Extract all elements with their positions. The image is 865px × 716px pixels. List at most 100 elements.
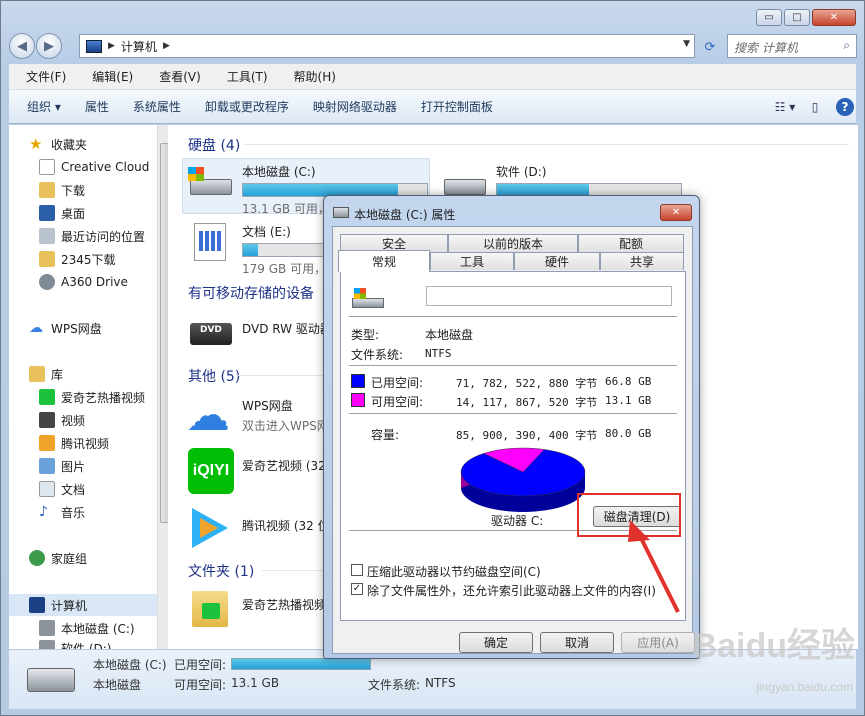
free-label: 可用空间: — [371, 395, 424, 409]
forward-button[interactable]: ▶ — [36, 33, 62, 59]
drive-label-input[interactable] — [426, 286, 672, 306]
used-gb: 66.8 GB — [605, 375, 652, 388]
caption-buttons: ▭ □ ✕ — [754, 9, 856, 26]
nav-library[interactable]: 库 — [29, 364, 63, 384]
desktop-icon — [39, 205, 55, 221]
group-other[interactable]: 其他 (5) — [188, 366, 240, 386]
menu-file[interactable]: 文件(F) — [26, 68, 66, 85]
nav-recent[interactable]: 最近访问的位置 — [39, 226, 145, 246]
nav-2345[interactable]: 2345下载 — [39, 249, 116, 269]
watermark-url: jingyan.baidu.com — [756, 680, 853, 694]
nav-iqiyi[interactable]: 爱奇艺热播视频 — [39, 387, 145, 407]
tencent-video-app[interactable]: 腾讯视频 (32 位 — [186, 508, 330, 548]
organize-button[interactable]: 组织 ▾ — [27, 98, 61, 115]
iqiyi-icon: iQIYI — [186, 448, 236, 494]
uninstall-button[interactable]: 卸载或更改程序 — [205, 98, 289, 115]
maximize-button[interactable]: □ — [784, 9, 810, 26]
preview-pane-icon[interactable]: ▯ — [804, 96, 826, 118]
menu-edit[interactable]: 编辑(E) — [92, 68, 133, 85]
nav-video[interactable]: 视频 — [39, 410, 85, 430]
tab-general[interactable]: 常规 — [338, 250, 430, 272]
divider — [262, 570, 322, 571]
nav-downloads[interactable]: 下载 — [39, 180, 85, 200]
divider — [244, 144, 849, 145]
tab-sharing[interactable]: 共享 — [600, 252, 684, 270]
compress-checkbox[interactable] — [351, 564, 363, 576]
documents-icon — [39, 481, 55, 497]
nav-software-d[interactable]: 软件 (D:) — [39, 640, 111, 649]
group-removable[interactable]: 有可移动存储的设备 — [188, 283, 314, 303]
iqiyi-app[interactable]: iQIYI 爱奇艺视频 (32 — [186, 448, 326, 494]
apply-button[interactable]: 应用(A) — [621, 632, 695, 653]
iqiyi-folder[interactable]: 爱奇艺热播视频 — [186, 587, 326, 627]
red-arrow-icon — [628, 520, 680, 613]
breadcrumb-computer[interactable]: 计算机 — [121, 38, 157, 55]
menu-tools[interactable]: 工具(T) — [227, 68, 268, 85]
download-folder-icon — [39, 182, 55, 198]
group-folder[interactable]: 文件夹 (1) — [188, 561, 254, 581]
properties-button[interactable]: 属性 — [85, 98, 109, 115]
minimize-button[interactable]: ▭ — [756, 9, 782, 26]
tab-previous-versions[interactable]: 以前的版本 — [448, 234, 578, 252]
wps-drive[interactable]: ☁ WPS网盘 双击进入WPS网 — [186, 394, 329, 438]
map-drive-button[interactable]: 映射网络驱动器 — [313, 98, 397, 115]
nav-favorites[interactable]: ★ 收藏夹 — [29, 134, 87, 154]
refresh-icon[interactable]: ⟳ — [699, 36, 721, 58]
disk-usage-pie — [460, 447, 586, 512]
nav-pictures[interactable]: 图片 — [39, 456, 85, 476]
tab-hardware[interactable]: 硬件 — [514, 252, 600, 270]
chevron-down-icon[interactable]: ▼ — [683, 39, 690, 49]
control-panel-button[interactable]: 打开控制面板 — [421, 98, 493, 115]
fs-label: 文件系统: — [351, 348, 404, 362]
nav-music[interactable]: ♪ 音乐 — [39, 502, 85, 522]
nav-computer[interactable]: 计算机 — [9, 594, 157, 616]
cancel-button[interactable]: 取消 — [540, 632, 614, 653]
used-color-swatch — [351, 374, 365, 388]
address-bar[interactable]: ▶ 计算机 ▶ ▼ — [79, 34, 695, 58]
system-properties-button[interactable]: 系统属性 — [133, 98, 181, 115]
drive-icon — [39, 620, 55, 636]
dvd-drive[interactable]: DVD DVD RW 驱动器 — [186, 311, 332, 349]
nav-documents[interactable]: 文档 — [39, 479, 85, 499]
help-icon[interactable]: ? — [836, 98, 854, 116]
nav-homegroup[interactable]: 家庭组 — [29, 548, 87, 568]
capacity-label: 容量: — [371, 428, 400, 442]
nav-tencent[interactable]: 腾讯视频 — [39, 433, 109, 453]
ok-button[interactable]: 确定 — [459, 632, 533, 653]
compress-label: 压缩此驱动器以节约磁盘空间(C) — [367, 565, 541, 579]
details-free-label: 可用空间: — [174, 678, 227, 692]
divider — [238, 375, 328, 376]
folder-icon — [186, 587, 236, 627]
dialog-title: 本地磁盘 (C:) 属性 — [354, 208, 456, 222]
tencent-video-icon — [39, 435, 55, 451]
close-button[interactable]: ✕ — [812, 9, 856, 26]
nav-a360[interactable]: A360 Drive — [39, 272, 128, 292]
index-label: 除了文件属性外，还允许索引此驱动器上文件的内容(I) — [367, 584, 656, 598]
breadcrumb-chevron-icon[interactable]: ▶ — [163, 41, 170, 51]
type-value: 本地磁盘 — [425, 328, 474, 342]
index-checkbox[interactable]: ✓ — [351, 583, 363, 595]
nav-local-c[interactable]: 本地磁盘 (C:) — [39, 618, 135, 638]
back-button[interactable]: ◀ — [9, 33, 35, 59]
capacity-bytes: 85, 900, 390, 400 字节 — [456, 429, 598, 442]
view-options-icon[interactable]: ☷ ▾ — [774, 96, 796, 118]
nav-wps[interactable]: ☁ WPS网盘 — [29, 318, 102, 338]
windows-drive-icon — [186, 163, 236, 201]
nav-creative-cloud[interactable]: Creative Cloud — [39, 157, 149, 177]
file-icon — [39, 159, 55, 175]
dialog-close-button[interactable]: ✕ — [660, 204, 692, 221]
search-input[interactable]: 搜索 计算机 ⌕ — [727, 34, 857, 58]
command-bar: 组织 ▾ 属性 系统属性 卸载或更改程序 映射网络驱动器 打开控制面板 ☷ ▾ … — [9, 90, 856, 124]
breadcrumb-chevron-icon[interactable]: ▶ — [108, 41, 115, 51]
search-icon: ⌕ — [843, 38, 850, 52]
free-gb: 13.1 GB — [605, 394, 652, 407]
pictures-icon — [39, 458, 55, 474]
divider — [349, 316, 677, 317]
nav-desktop[interactable]: 桌面 — [39, 203, 85, 223]
tab-quota[interactable]: 配额 — [578, 234, 684, 252]
a360-icon — [39, 274, 55, 290]
group-hdd[interactable]: 硬盘 (4) — [188, 135, 240, 155]
menu-view[interactable]: 查看(V) — [159, 68, 201, 85]
menu-help[interactable]: 帮助(H) — [294, 68, 336, 85]
tab-tools[interactable]: 工具 — [430, 252, 514, 270]
